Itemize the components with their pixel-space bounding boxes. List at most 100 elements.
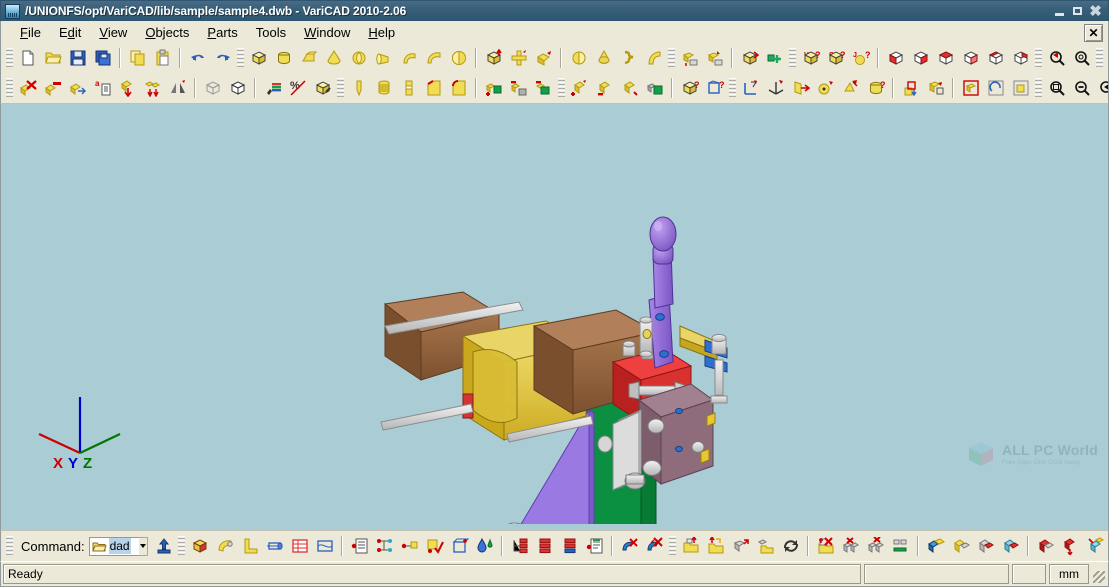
attribute-text-icon[interactable]: a — [91, 77, 114, 100]
maximize-button[interactable] — [1069, 4, 1086, 19]
inertia-query-icon[interactable]: J? — [849, 47, 872, 70]
command-input[interactable]: dad — [88, 536, 141, 556]
boolean-subtract-icon[interactable] — [507, 77, 530, 100]
view-left-icon[interactable] — [984, 47, 1007, 70]
add-file-icon[interactable] — [679, 535, 702, 558]
export-up-icon[interactable] — [152, 535, 175, 558]
toolbar-grip[interactable] — [337, 78, 344, 98]
snap-point-icon[interactable] — [839, 77, 862, 100]
view-front-icon[interactable] — [884, 47, 907, 70]
layer-stack2-icon[interactable] — [558, 535, 581, 558]
restore-file-icon[interactable] — [729, 535, 752, 558]
close-icon[interactable]: ✖ — [1087, 4, 1104, 19]
move-solid-icon[interactable] — [738, 47, 761, 70]
intersect-group-icon[interactable] — [618, 77, 641, 100]
part-cyan-icon[interactable] — [999, 535, 1022, 558]
shaft-icon[interactable] — [263, 535, 286, 558]
pipe-bend-icon[interactable] — [397, 47, 420, 70]
angle-profile-icon[interactable] — [238, 535, 261, 558]
copy-icon[interactable] — [126, 47, 149, 70]
wireframe-box-icon[interactable] — [201, 77, 224, 100]
extrude-up-icon[interactable] — [482, 47, 505, 70]
drill-hole-icon[interactable] — [347, 77, 370, 100]
thread-icon[interactable] — [372, 77, 395, 100]
add-solid-group-icon[interactable] — [568, 77, 591, 100]
zoom-previous2-icon[interactable] — [1095, 77, 1108, 100]
add-group-icon[interactable] — [763, 47, 786, 70]
volume-query-icon[interactable]: V? — [799, 47, 822, 70]
sweep-curve-icon[interactable] — [642, 47, 665, 70]
zoom-window-icon[interactable] — [1045, 77, 1068, 100]
assembly-tree-icon[interactable] — [373, 535, 396, 558]
axis-system-icon[interactable] — [764, 77, 787, 100]
section-icon[interactable] — [313, 535, 336, 558]
delete-file-icon[interactable] — [814, 535, 837, 558]
ucs-rotate-icon[interactable] — [924, 77, 947, 100]
paste-icon[interactable] — [151, 47, 174, 70]
transparency-icon[interactable]: % — [286, 77, 309, 100]
sphere-half-icon[interactable] — [447, 47, 470, 70]
zoom-all-icon[interactable] — [1070, 47, 1093, 70]
bent-pipe-icon[interactable] — [213, 535, 236, 558]
menu-item-objects[interactable]: Objects — [136, 23, 198, 42]
drop-solid-icon[interactable] — [116, 77, 139, 100]
link-node-icon[interactable] — [398, 535, 421, 558]
delete-pair-icon[interactable] — [839, 535, 862, 558]
menu-item-help[interactable]: Help — [359, 23, 404, 42]
view-top-icon[interactable] — [934, 47, 957, 70]
sketch-rotate-icon[interactable] — [984, 77, 1007, 100]
bounding-box-icon[interactable] — [448, 535, 471, 558]
break-link-icon[interactable] — [618, 535, 641, 558]
boolean-add-icon[interactable] — [482, 77, 505, 100]
toolbar-grip[interactable] — [1035, 78, 1042, 98]
cylinder-axis-icon[interactable]: ? — [864, 77, 887, 100]
toolbar-grip[interactable] — [1096, 48, 1103, 68]
menu-item-view[interactable]: View — [90, 23, 136, 42]
delete-pair2-icon[interactable] — [864, 535, 887, 558]
toolbar-grip[interactable] — [669, 536, 676, 556]
render-solid-icon[interactable] — [311, 77, 334, 100]
toolbar-grip[interactable] — [1035, 48, 1042, 68]
drawing-area[interactable]: XYZ ALL PC World Free Apps One Click Awa… — [0, 104, 1109, 530]
place-solid-snap-icon[interactable] — [703, 47, 726, 70]
link-green-icon[interactable] — [889, 535, 912, 558]
minimize-button[interactable] — [1051, 4, 1068, 19]
boolean-intersect-icon[interactable] — [532, 77, 555, 100]
place-solid-icon[interactable] — [678, 47, 701, 70]
group-info-icon[interactable]: ? — [703, 77, 726, 100]
layer-tree-icon[interactable] — [508, 535, 531, 558]
mdi-close-button[interactable]: ✕ — [1084, 24, 1103, 42]
delete-solid-icon[interactable] — [16, 77, 39, 100]
move-solid-xyz-icon[interactable] — [66, 77, 89, 100]
loft-icon[interactable] — [592, 47, 615, 70]
save-disk-icon[interactable] — [66, 47, 89, 70]
chevron-down-icon[interactable] — [139, 536, 148, 556]
direction-arrow-icon[interactable] — [789, 77, 812, 100]
assembly-blue-icon[interactable] — [924, 535, 947, 558]
save-all-icon[interactable] — [91, 47, 114, 70]
canvas-background[interactable]: XYZ ALL PC World Free Apps One Click Awa… — [1, 104, 1108, 530]
cylinder-solid-icon[interactable] — [272, 47, 295, 70]
zoom-previous-icon[interactable] — [1045, 47, 1068, 70]
box-part-icon[interactable] — [188, 535, 211, 558]
box-solid-icon[interactable] — [247, 47, 270, 70]
redo-arrow-icon[interactable] — [211, 47, 234, 70]
menu-item-tools[interactable]: Tools — [247, 23, 295, 42]
material-drop-icon[interactable] — [473, 535, 496, 558]
reload-icon[interactable] — [779, 535, 802, 558]
undo-arrow-icon[interactable] — [186, 47, 209, 70]
refresh-file-icon[interactable] — [704, 535, 727, 558]
torus-solid-icon[interactable] — [347, 47, 370, 70]
toolbar-grip[interactable] — [789, 48, 796, 68]
toolbar-grip[interactable] — [558, 78, 565, 98]
break-link2-icon[interactable] — [643, 535, 666, 558]
assembly-yellow-icon[interactable] — [949, 535, 972, 558]
rotate-point-icon[interactable] — [814, 77, 837, 100]
resize-grip[interactable] — [1092, 564, 1106, 584]
menu-item-window[interactable]: Window — [295, 23, 359, 42]
toolbar-grip[interactable] — [729, 78, 736, 98]
toolbar-grip[interactable] — [6, 48, 13, 68]
elbow-solid-icon[interactable] — [422, 47, 445, 70]
sketch-region-icon[interactable] — [1009, 77, 1032, 100]
toolbar-grip[interactable] — [668, 48, 675, 68]
